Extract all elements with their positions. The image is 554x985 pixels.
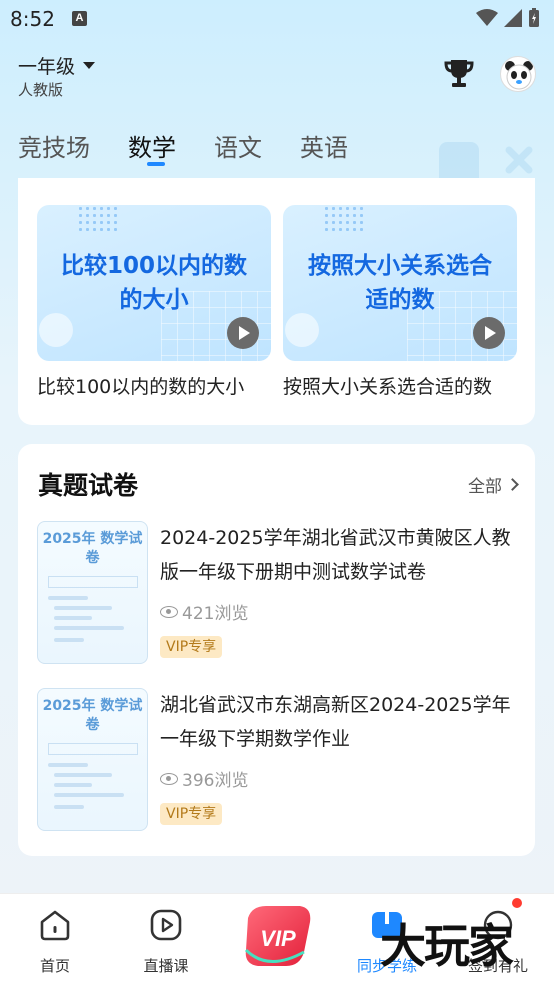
chevron-right-icon <box>506 478 519 491</box>
dots-decoration <box>77 205 121 231</box>
status-icons <box>476 8 540 28</box>
paper-thumbnail-title: 2025年 数学试卷 <box>42 531 143 566</box>
signal-icon <box>504 9 522 27</box>
play-circle-icon <box>150 909 182 941</box>
paper-thumbnail: 2025年 数学试卷 <box>37 521 148 664</box>
play-icon[interactable] <box>473 317 505 349</box>
status-time: 8:52 <box>10 7 55 31</box>
paper-line-decoration <box>54 638 84 642</box>
nav-home[interactable]: 首页 <box>0 894 110 985</box>
paper-line-decoration <box>54 793 124 797</box>
watermark: 大玩家 <box>380 919 514 973</box>
view-count-label: 396浏览 <box>182 771 249 791</box>
active-tab-indicator <box>147 162 165 166</box>
paper-thumbnail: 2025年 数学试卷 <box>37 688 148 831</box>
wifi-icon <box>476 9 498 26</box>
course-thumbnail[interactable]: 比较100以内的数的大小 <box>37 205 271 361</box>
notification-dot <box>512 898 522 908</box>
paper-line-decoration <box>54 626 124 630</box>
eye-icon <box>160 605 178 618</box>
thumbnail-title: 比较100以内的数的大小 <box>60 253 247 313</box>
status-bar: 8:52 A <box>0 0 554 38</box>
course-section: 比较100以内的数的大小 比较100以内的数的大小 按照大小关系选合适的数 按照… <box>18 178 535 425</box>
nav-label: 直播课 <box>143 957 189 975</box>
paper-line-decoration <box>54 805 84 809</box>
vip-center-button[interactable]: VIP <box>238 900 318 972</box>
nav-live[interactable]: 直播课 <box>111 894 221 985</box>
course-caption[interactable]: 按照大小关系选合适的数 <box>283 372 515 399</box>
vip-center-label: VIP <box>260 926 296 951</box>
grade-label: 一年级 <box>18 56 76 78</box>
paper-title: 2024-2025学年湖北省武汉市黄陂区人教版一年级下册期中测试数学试卷 <box>160 527 511 583</box>
notification-icon: A <box>72 11 87 26</box>
shape-decoration <box>39 313 73 347</box>
paper-table-decoration <box>48 576 138 588</box>
course-caption[interactable]: 比较100以内的数的大小 <box>37 372 273 399</box>
tab-chinese[interactable]: 语文 <box>214 128 262 163</box>
paper-title: 湖北省武汉市东湖高新区2024-2025学年一年级下学期数学作业 <box>160 694 511 750</box>
grade-selector[interactable]: 一年级 <box>18 52 96 79</box>
section-title: 真题试卷 <box>38 471 139 500</box>
edition-label: 人教版 <box>18 81 64 99</box>
view-count-label: 421浏览 <box>182 604 249 624</box>
course-thumbnail[interactable]: 按照大小关系选合适的数 <box>283 205 517 361</box>
paper-thumbnail-title: 2025年 数学试卷 <box>42 698 143 733</box>
view-count: 421浏览 <box>160 599 248 624</box>
paper-line-decoration <box>48 763 88 767</box>
thumbnail-title: 按照大小关系选合适的数 <box>308 253 492 313</box>
list-item[interactable]: 2025年 数学试卷 2024-2025学年湖北省武汉市黄陂区人教版一年级下册期… <box>37 521 517 665</box>
tab-math[interactable]: 数学 <box>128 128 176 163</box>
view-count: 396浏览 <box>160 766 248 791</box>
battery-icon <box>529 8 539 27</box>
paper-table-decoration <box>48 743 138 755</box>
vip-badge: VIP专享 <box>160 803 223 825</box>
paper-line-decoration <box>54 783 92 787</box>
home-icon <box>40 910 70 941</box>
caret-down-icon <box>83 62 96 69</box>
tab-english[interactable]: 英语 <box>300 128 348 163</box>
list-item[interactable]: 2025年 数学试卷 湖北省武汉市东湖高新区2024-2025学年一年级下学期数… <box>37 688 517 832</box>
paper-line-decoration <box>48 596 88 600</box>
paper-line-decoration <box>54 773 112 777</box>
avatar[interactable] <box>500 56 536 92</box>
see-all-link[interactable]: 全部 <box>468 472 519 497</box>
trophy-icon[interactable] <box>442 56 476 90</box>
play-icon[interactable] <box>227 317 259 349</box>
shape-decoration <box>285 313 319 347</box>
panda-avatar-icon <box>505 61 533 90</box>
tab-arena[interactable]: 竞技场 <box>18 128 90 163</box>
paper-line-decoration <box>54 606 112 610</box>
dots-decoration <box>323 205 367 231</box>
subject-tabs: 竞技场 数学 语文 英语 <box>18 128 386 163</box>
vip-badge: VIP专享 <box>160 636 223 658</box>
exam-papers-section: 真题试卷 全部 2025年 数学试卷 2024-2025学年湖北省武汉市黄陂区人… <box>18 444 535 856</box>
nav-label: 首页 <box>39 957 70 975</box>
eye-icon <box>160 772 178 785</box>
see-all-label: 全部 <box>468 477 502 497</box>
paper-line-decoration <box>54 616 92 620</box>
